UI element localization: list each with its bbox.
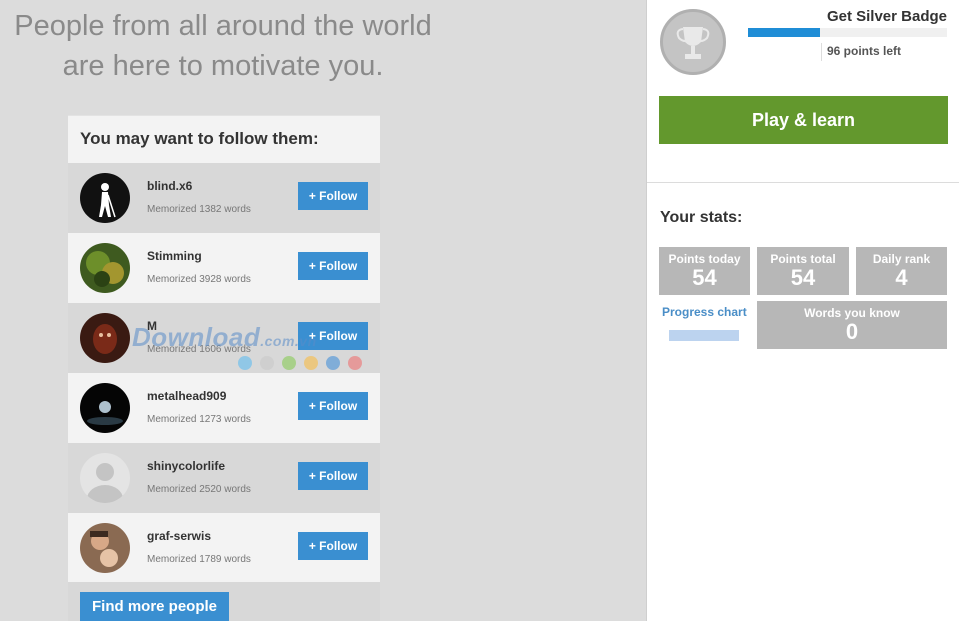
progress-chart-thumbnail[interactable] (669, 330, 739, 341)
stat-daily-rank: Daily rank 4 (856, 247, 947, 295)
stat-label: Words you know (804, 306, 900, 320)
follow-button[interactable]: + Follow (298, 462, 368, 490)
user-memorized-count: Memorized 1606 words (147, 344, 251, 355)
stat-points-today: Points today 54 (659, 247, 750, 295)
user-name[interactable]: M (147, 319, 157, 333)
user-name[interactable]: shinycolorlife (147, 459, 225, 473)
stat-words-known: Words you know 0 (757, 301, 947, 349)
user-memorized-count: Memorized 1382 words (147, 204, 251, 215)
avatar[interactable] (80, 243, 130, 293)
follow-button[interactable]: + Follow (298, 322, 368, 350)
default-avatar[interactable] (80, 453, 130, 503)
play-and-learn-button[interactable]: Play & learn (659, 96, 948, 144)
avatar[interactable] (80, 383, 130, 433)
user-name[interactable]: graf-serwis (147, 529, 211, 543)
follow-button[interactable]: + Follow (298, 532, 368, 560)
points-left: 96 points left (821, 43, 901, 61)
stat-label: Points today (668, 252, 741, 266)
headline-line-1: People from all around the world (14, 10, 432, 42)
stat-label: Points total (770, 252, 836, 266)
user-name[interactable]: Stimming (147, 249, 202, 263)
badge-progress-fill (748, 28, 820, 37)
left-pane: People from all around the world are her… (0, 0, 646, 621)
user-row: blind.x6 Memorized 1382 words + Follow (68, 163, 380, 233)
stat-value: 54 (692, 265, 717, 290)
follow-suggestions-panel: You may want to follow them: blind.x6 Me… (68, 115, 380, 621)
progress-chart-link[interactable]: Progress chart (662, 305, 747, 319)
badge-goal-title: Get Silver Badge (826, 8, 947, 25)
follow-button[interactable]: + Follow (298, 252, 368, 280)
user-memorized-count: Memorized 1789 words (147, 554, 251, 565)
user-row: graf-serwis Memorized 1789 words + Follo… (68, 513, 380, 583)
stat-value: 4 (895, 265, 908, 290)
headline: People from all around the world are her… (0, 6, 446, 86)
headline-line-2: are here to motivate you. (62, 50, 384, 82)
follow-button[interactable]: + Follow (298, 392, 368, 420)
stat-points-total: Points total 54 (757, 247, 849, 295)
stat-value: 54 (790, 265, 816, 290)
user-name[interactable]: blind.x6 (147, 179, 192, 193)
divider (647, 182, 959, 183)
find-more-people-button[interactable]: Find more people (80, 592, 230, 621)
user-memorized-count: Memorized 2520 words (147, 484, 251, 495)
silver-badge-icon (660, 9, 726, 75)
avatar[interactable] (80, 523, 130, 573)
avatar[interactable] (80, 313, 130, 363)
follow-panel-title: You may want to follow them: (68, 115, 380, 163)
user-row: Stimming Memorized 3928 words + Follow (68, 233, 380, 303)
stat-value: 0 (845, 319, 859, 344)
badge-progress-bar (748, 28, 947, 37)
stats-title: Your stats: (660, 209, 743, 226)
right-pane: Get Silver Badge 96 points left Play & l… (646, 0, 959, 621)
user-row: shinycolorlife Memorized 2520 words + Fo… (68, 443, 380, 513)
user-row: M Memorized 1606 words + Follow (68, 303, 380, 373)
avatar[interactable] (80, 173, 130, 223)
user-memorized-count: Memorized 3928 words (147, 274, 251, 285)
user-name[interactable]: metalhead909 (147, 389, 226, 403)
user-row: metalhead909 Memorized 1273 words + Foll… (68, 373, 380, 443)
stat-label: Daily rank (872, 252, 931, 266)
follow-button[interactable]: + Follow (298, 182, 368, 210)
user-memorized-count: Memorized 1273 words (147, 414, 251, 425)
